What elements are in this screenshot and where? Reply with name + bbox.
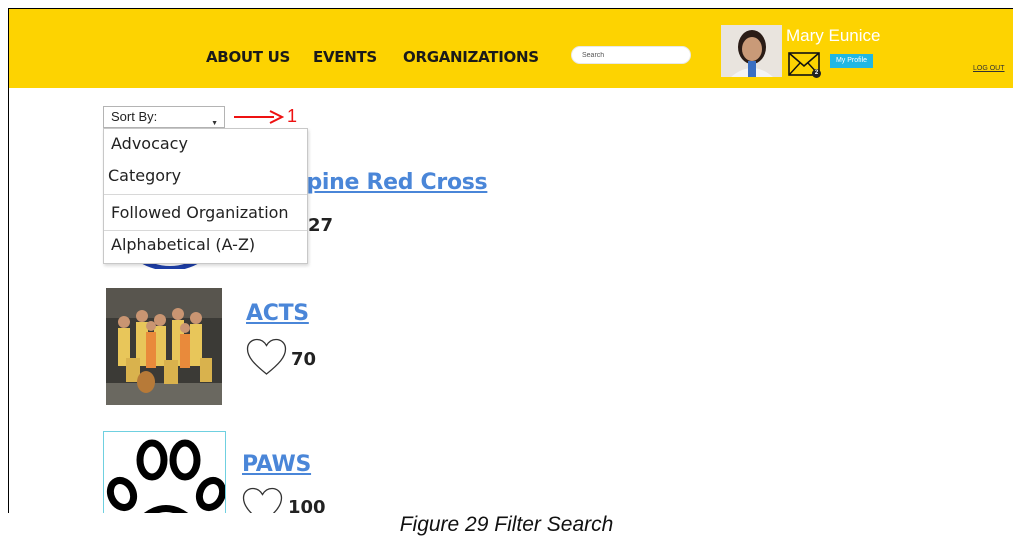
sort-option-advocacy[interactable]: Advocacy (111, 134, 314, 153)
sort-option-alphabetical[interactable]: Alphabetical (A-Z) (111, 235, 314, 254)
annotation-number: 1 (287, 106, 298, 126)
user-avatar[interactable] (721, 25, 782, 77)
org-photo (106, 288, 222, 405)
nav-about-us[interactable]: ABOUT US (206, 48, 290, 66)
org-logo (103, 431, 226, 513)
sort-by-select[interactable]: Sort By: ▼ (103, 106, 225, 128)
app-frame: ABOUT US EVENTS ORGANIZATIONS Mary Eunic… (8, 8, 1013, 513)
dropdown-divider (104, 230, 307, 231)
sort-by-label: Sort By: (111, 109, 158, 124)
nav-events[interactable]: EVENTS (313, 48, 377, 66)
org-name-link[interactable]: ppine Red Cross (291, 170, 488, 195)
search-input[interactable] (571, 46, 691, 64)
sort-option-followed-organization[interactable]: Followed Organization (111, 203, 314, 222)
org-name-link[interactable]: PAWS (242, 452, 311, 477)
top-navbar: ABOUT US EVENTS ORGANIZATIONS Mary Eunic… (9, 9, 1013, 88)
user-name: Mary Eunice (786, 26, 881, 45)
org-name-link[interactable]: ACTS (246, 301, 309, 326)
org-like-count: 70 (291, 349, 317, 370)
sort-option-category[interactable]: Category (108, 166, 311, 185)
logout-link[interactable]: LOG OUT (973, 65, 1005, 72)
sort-dropdown-menu: Advocacy Category Followed Organization … (103, 128, 308, 264)
my-profile-button[interactable]: My Profile (830, 54, 873, 68)
mail-count-badge: 2 (812, 69, 821, 78)
heart-icon[interactable] (246, 338, 287, 376)
paw-icon (106, 439, 225, 513)
heart-icon[interactable] (242, 487, 283, 513)
nav-organizations[interactable]: ORGANIZATIONS (403, 48, 539, 66)
annotation-arrow-icon (234, 110, 284, 124)
figure-caption: Figure 29 Filter Search (399, 513, 614, 536)
org-like-count: 100 (288, 497, 326, 513)
avatar-photo (721, 25, 782, 77)
dropdown-divider (104, 194, 307, 195)
